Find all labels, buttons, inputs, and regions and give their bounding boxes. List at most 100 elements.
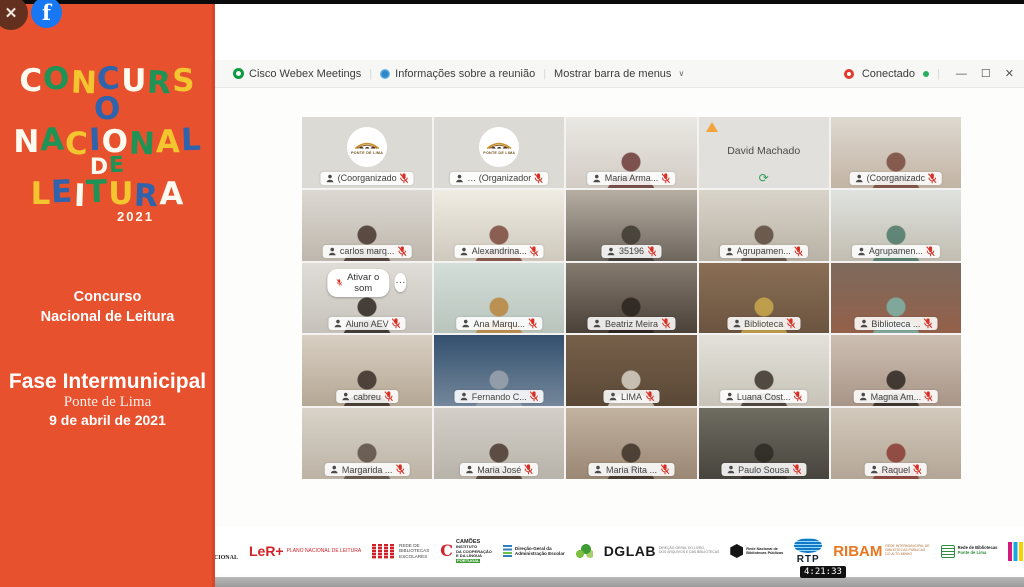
participant-name-pill: Luana Cost... [720,390,808,403]
participant-tile[interactable]: Biblioteca ... [831,263,961,334]
participant-name: LIMA [621,392,642,402]
more-options-button[interactable]: ··· [394,273,407,292]
participant-tile[interactable]: carlos marq... [302,190,432,261]
presence-dot-icon [923,71,929,77]
logo-dglab: DGLABDIREÇÃO-GERAL DO LIVRO,DOS ARQUIVOS… [604,544,720,558]
person-icon [593,173,602,184]
app-title: Cisco Webex Meetings [249,68,361,80]
ponte-de-lima-logo: PONTE DE LIMA [479,127,519,167]
connection-status-label: Conectado [862,68,915,80]
person-icon [732,318,741,329]
person-icon [341,391,350,402]
participant-tile[interactable]: 35196 [566,190,696,261]
participant-tile[interactable]: Raquel [831,408,961,479]
muted-mic-icon [524,464,533,475]
person-icon [328,246,337,257]
muted-mic-icon [660,464,669,475]
window-close-button[interactable]: ✕ [1005,67,1014,80]
show-menubar-toggle[interactable]: Mostrar barra de menus ∨ [546,68,692,80]
participant-name-pill: Magna Am... [854,390,939,403]
participant-tile[interactable]: PONTE DE LIMA … (Organizador [434,117,564,188]
participant-tile[interactable]: (Coorganizadc [831,117,961,188]
ponte-de-lima-logo-text: PONTE DE LIMA [483,151,515,155]
cnl-block-letter-logo: CONCURSONACIONALDELEITURA2021 [10,66,205,224]
person-icon [460,391,469,402]
muted-mic-icon [528,318,537,329]
participant-tile[interactable]: Paulo Sousa [699,408,829,479]
muted-mic-icon [647,246,656,257]
event-date: 9 de abril de 2021 [0,412,215,428]
participant-tile[interactable]: Maria Rita ... [566,408,696,479]
participant-name: (Coorganizadc [867,173,926,183]
participant-tile[interactable]: Alexandrina... [434,190,564,261]
participant-name: Paulo Sousa [738,465,789,475]
participant-name: Biblioteca [744,319,783,329]
rbpl-glyph-icon [941,545,955,558]
screenshot-root: CONCURSONACIONALDELEITURA2021 Concurso N… [0,0,1024,587]
participant-name-pill: Fernando C... [455,390,544,403]
participant-tile[interactable]: Maria Arma... [566,117,696,188]
participant-tile[interactable]: Agrupamen... [699,190,829,261]
bridge-icon [354,138,380,150]
participant-name-pill: Margarida ... [325,463,410,476]
participant-tile[interactable]: Agrupamen... [831,190,961,261]
logo-rbpl: Rede de BibliotecasPonte de Lima [941,545,998,558]
logo-camoes: CCAMÕESINSTITUTODA COOPERAÇÃOE DA LÍNGUA… [440,539,492,564]
muted-mic-icon [661,173,670,184]
participant-tile[interactable]: Ana Marqu... [434,263,564,334]
participant-tile[interactable]: cabreu [302,335,432,406]
event-subtitle-line1: Concurso [0,288,215,308]
muted-mic-icon [793,391,802,402]
participant-tile[interactable]: Biblioteca [699,263,829,334]
logo-text: Rede de BibliotecasPonte de Lima [958,546,998,556]
muted-mic-icon [392,318,401,329]
info-icon [380,69,390,79]
ponte-de-lima-logo-text: PONTE DE LIMA [351,151,383,155]
titlebar-right: Conectado | — ☐ ✕ [844,67,1014,80]
participant-tile[interactable]: PONTE DE LIMA (Coorganizado [302,117,432,188]
meeting-info-button[interactable]: Informações sobre a reunião [372,68,543,80]
connection-status-icon [844,69,854,79]
webex-titlebar: Cisco Webex Meetings | Informações sobre… [215,60,1024,88]
logo-ler: LeR+PLANO NACIONAL DE LEITURA [249,544,361,558]
cnl-logo-line: LEITURA [10,179,205,209]
participant-name-pill: LIMA [604,390,659,403]
participant-name-pill: cabreu [336,390,398,403]
participant-tile[interactable]: David Machado ⟳ [699,117,829,188]
person-icon [857,246,866,257]
person-icon [594,464,603,475]
maximize-button[interactable]: ☐ [981,67,991,80]
participant-name-pill: Alexandrina... [455,245,544,258]
participant-name: Agrupamen... [737,246,791,256]
unmute-button[interactable]: Ativar o som [327,269,389,297]
participant-tile[interactable]: Beatriz Meira [566,263,696,334]
logo-dgeste [576,544,593,559]
participant-name: Maria Rita ... [606,465,657,475]
person-icon [859,391,868,402]
participant-tile[interactable]: LIMA [566,335,696,406]
video-grid: PONTE DE LIMA (Coorganizado PONTE DE LIM… [302,117,961,479]
participant-name: … (Organizador [467,173,531,183]
participant-tile[interactable]: Luana Cost... [699,335,829,406]
participant-name-pill: … (Organizador [450,172,548,185]
player-control-strip[interactable] [215,577,1024,587]
muted-mic-icon [645,391,654,402]
rbe-glyph-icon [372,544,396,559]
person-icon [334,318,343,329]
event-subtitle-line2: Nacional de Leitura [0,308,215,328]
ponte-de-lima-logo: PONTE DE LIMA [347,127,387,167]
participant-name-pill: Paulo Sousa [721,463,806,476]
participant-tile[interactable]: Aluno AEV Ativar o som ··· [302,263,432,334]
muted-mic-icon [534,173,543,184]
participant-name-pill: Agrupamen... [720,245,808,258]
participant-tile[interactable]: Magna Am... [831,335,961,406]
participant-tile[interactable]: Fernando C... [434,335,564,406]
participant-name: Margarida ... [342,465,393,475]
logo-text: Direção-Geral daAdministração Escolar [515,546,565,557]
minimize-button[interactable]: — [956,68,967,80]
app-title-item: Cisco Webex Meetings [225,68,369,80]
participant-tile[interactable]: Maria José [434,408,564,479]
participant-tile[interactable]: Margarida ... [302,408,432,479]
logo-ribam: RIBAMREDE INTERMUNICIPAL DEBIBLIOTECAS P… [833,544,929,559]
event-location: Ponte de Lima [0,394,215,411]
